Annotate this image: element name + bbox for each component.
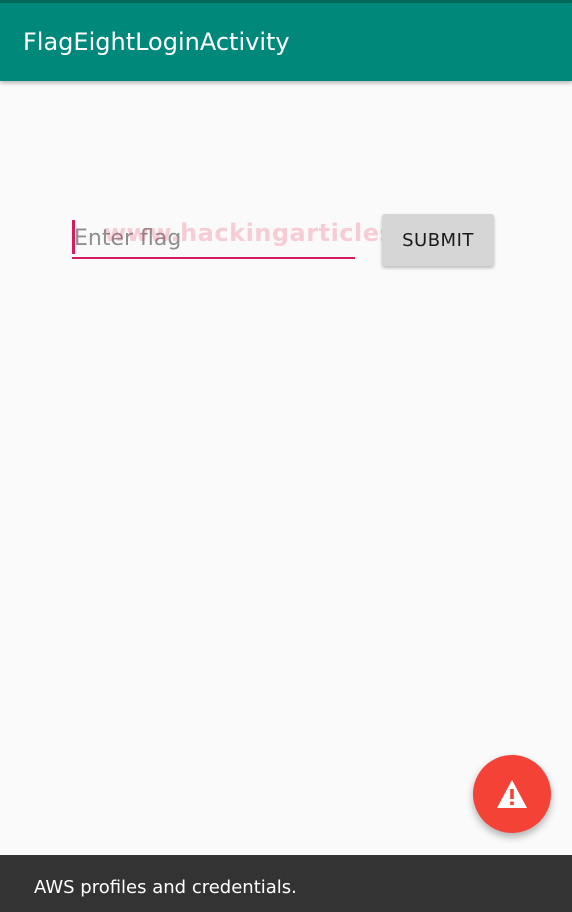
submit-button[interactable]: SUBMIT <box>382 214 494 266</box>
text-cursor <box>72 220 75 254</box>
warning-icon <box>497 780 527 808</box>
app-bar: FlagEightLoginActivity <box>0 3 572 81</box>
app-bar-title: FlagEightLoginActivity <box>23 28 290 56</box>
snackbar-message: AWS profiles and credentials. <box>34 877 297 898</box>
main-content: www.hackingarticles.in SUBMIT <box>0 81 572 855</box>
snackbar: AWS profiles and credentials. <box>0 855 572 912</box>
warning-fab[interactable] <box>473 755 551 833</box>
flag-field <box>72 220 355 260</box>
flag-input[interactable] <box>72 220 355 259</box>
